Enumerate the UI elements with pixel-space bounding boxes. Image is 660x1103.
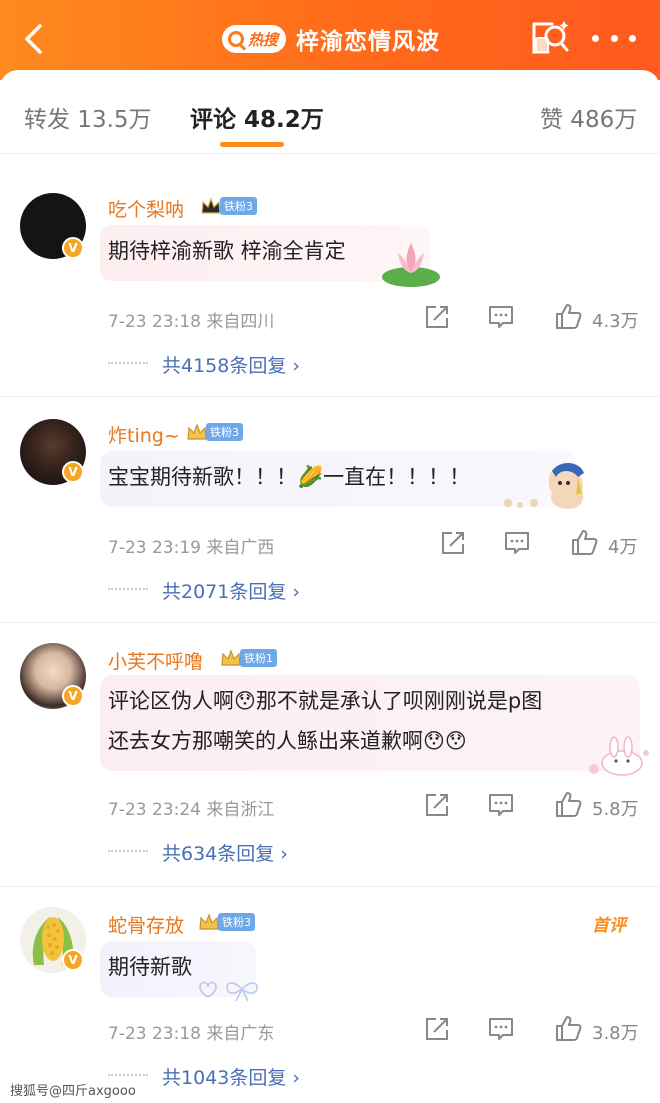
view-replies-link[interactable]: 共4158条回复 › (162, 351, 300, 378)
share-icon[interactable] (440, 530, 466, 556)
like-icon[interactable] (554, 302, 582, 330)
comment-icon[interactable] (504, 530, 530, 556)
comment-meta: 7-23 23:18 来自四川 (108, 312, 275, 332)
fan-level: 铁粉1 (240, 649, 277, 667)
share-icon[interactable] (424, 792, 450, 818)
like-icon[interactable] (554, 790, 582, 818)
comment-item: V 吃个梨呐 铁粉3 期待梓渝新歌 梓渝全肯定 7-23 23:18 来自四川 … (0, 155, 660, 397)
active-tab-indicator (220, 142, 284, 147)
tab-comments[interactable]: 评论 48.2万 (190, 100, 324, 134)
crown-icon (187, 423, 207, 440)
tab-repost[interactable]: 转发 13.5万 (24, 100, 152, 134)
verified-badge-icon: V (62, 461, 84, 483)
fan-level: 铁粉3 (218, 913, 255, 931)
verified-badge-icon: V (62, 237, 84, 259)
crown-icon (201, 197, 221, 214)
comment-item: V 蛇骨存放 铁粉3 首评 期待新歌 7-23 23:18 来自广东 3.8万 … (0, 887, 660, 1103)
crown-icon (221, 649, 241, 666)
comment-text-line-1: 评论区伪人啊😯那不就是承认了呗刚刚说是p图 (108, 689, 543, 713)
hot-search-badge: 热搜 (222, 25, 287, 53)
comment-text-line-2: 还去女方那嘲笑的人鲧出来道歉啊😯😯 (108, 729, 467, 753)
comment-text: 期待新歌 (108, 955, 192, 979)
verified-badge-icon: V (62, 949, 84, 971)
like-count: 4.3万 (592, 311, 639, 332)
like-count: 4万 (608, 537, 638, 558)
reply-divider-dots (108, 850, 148, 852)
share-topic-icon[interactable] (528, 18, 572, 58)
verified-badge-icon: V (62, 685, 84, 707)
fan-badge[interactable]: 铁粉1 (220, 649, 277, 667)
search-icon (228, 31, 244, 47)
comment-icon[interactable] (488, 792, 514, 818)
comment-text: 期待梓渝新歌 梓渝全肯定 (108, 239, 346, 263)
reply-divider-dots (108, 362, 148, 364)
view-replies-link[interactable]: 共2071条回复 › (162, 577, 300, 604)
reply-divider-dots (108, 1074, 148, 1076)
comment-item: V 小芙不呼噜 铁粉1 评论区伪人啊😯那不就是承认了呗刚刚说是p图 还去女方那嘲… (0, 623, 660, 887)
first-comment-tag: 首评 (592, 916, 626, 936)
like-icon[interactable] (554, 1014, 582, 1042)
topic-title-group: 热搜 梓渝恋情风波 (222, 22, 440, 56)
lotus-decoration-icon (382, 243, 440, 287)
page-title: 梓渝恋情风波 (296, 29, 441, 55)
view-replies-link[interactable]: 共1043条回复 › (162, 1063, 300, 1090)
back-arrow-icon[interactable] (18, 22, 52, 56)
fan-badge[interactable]: 铁粉3 (186, 423, 243, 441)
tab-likes[interactable]: 赞 486万 (540, 100, 637, 134)
bow-decoration-icon (199, 981, 258, 1002)
comment-username[interactable]: 蛇骨存放 (108, 911, 184, 938)
more-options-icon[interactable] (592, 26, 636, 50)
comment-username[interactable]: 吃个梨呐 (108, 195, 184, 222)
fan-badge[interactable]: 铁粉3 (200, 197, 257, 215)
comment-icon[interactable] (488, 304, 514, 330)
crown-icon (199, 913, 219, 930)
fan-level: 铁粉3 (206, 423, 243, 441)
like-count: 5.8万 (592, 799, 639, 820)
comment-username[interactable]: 小芙不呼噜 (108, 647, 203, 674)
comment-meta: 7-23 23:19 来自广西 (108, 538, 275, 558)
comment-text: 宝宝期待新歌！！！🌽一直在！！！！ (108, 465, 471, 489)
like-icon[interactable] (570, 528, 598, 556)
comment-meta: 7-23 23:24 来自浙江 (108, 800, 275, 820)
source-watermark: 搜狐号@四斤axgooo (10, 1084, 136, 1099)
girl-pearl-earring-decoration-icon (504, 462, 584, 509)
tab-bar: 转发 13.5万 评论 48.2万 赞 486万 (0, 70, 660, 154)
fan-level: 铁粉3 (220, 197, 257, 215)
hot-search-label: 热搜 (248, 30, 279, 49)
bunny-decoration-icon (589, 736, 649, 776)
comment-username[interactable]: 炸ting~ (108, 421, 180, 448)
like-count: 3.8万 (592, 1023, 639, 1044)
view-replies-link[interactable]: 共634条回复 › (162, 839, 288, 866)
share-icon[interactable] (424, 304, 450, 330)
fan-badge[interactable]: 铁粉3 (198, 913, 255, 931)
comment-icon[interactable] (488, 1016, 514, 1042)
reply-divider-dots (108, 588, 148, 590)
comment-item: V 炸ting~ 铁粉3 宝宝期待新歌！！！🌽一直在！！！！ 7-23 23:1… (0, 397, 660, 623)
top-bar: 热搜 梓渝恋情风波 (0, 0, 660, 80)
share-icon[interactable] (424, 1016, 450, 1042)
comment-meta: 7-23 23:18 来自广东 (108, 1024, 275, 1044)
